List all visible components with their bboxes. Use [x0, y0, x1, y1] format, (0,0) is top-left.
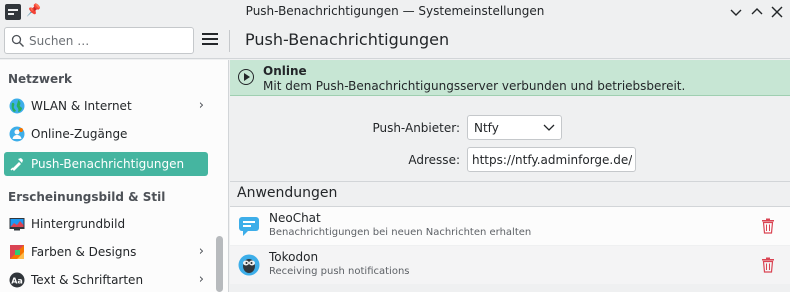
chevron-right-icon: › [198, 272, 204, 287]
sidebar-item-label: Farben & Designs [31, 245, 137, 259]
applications-header: Anwendungen [230, 181, 790, 207]
chevron-down-icon [730, 9, 742, 16]
sidebar-item-label: Hintergrundbild [31, 217, 126, 231]
app-description: Receiving push notifications [269, 266, 410, 277]
sidebar-item-label: WLAN & Internet [31, 99, 132, 113]
search-input[interactable] [29, 32, 189, 50]
sidebar-item-colors[interactable]: Farben & Designs › [4, 240, 208, 264]
sidebar-item-fonts[interactable]: Aa Text & Schriftarten › [4, 268, 208, 292]
globe-icon [9, 98, 25, 114]
provider-select[interactable]: Ntfy [467, 115, 562, 140]
status-banner: Online Mit dem Push-Benachrichtigungsser… [230, 60, 790, 96]
applications-header-label: Anwendungen [237, 185, 338, 201]
sidebar-section-header: Erscheinungsbild & Stil [8, 190, 166, 204]
svg-text:Aa: Aa [11, 277, 23, 286]
chevron-right-icon: › [198, 244, 204, 259]
page-title: Push-Benachrichtigungen [245, 30, 450, 49]
chevron-up-icon [751, 8, 763, 15]
sidebar: Netzwerk WLAN & Internet › Online-Zugäng… [0, 60, 229, 292]
neochat-icon [239, 217, 259, 236]
chevron-right-icon: › [198, 98, 204, 113]
sidebar-item-label: Push-Benachrichtigungen [31, 157, 185, 171]
app-name: Tokodon [269, 250, 319, 264]
app-row-tokodon[interactable]: Tokodon Receiving push notifications [230, 246, 790, 284]
search-box[interactable] [4, 27, 194, 54]
chevron-down-icon [543, 124, 555, 131]
toolbar-divider [229, 30, 230, 52]
sidebar-item-wallpaper[interactable]: Hintergrundbild [4, 212, 208, 236]
sidebar-item-label: Text & Schriftarten [31, 273, 144, 287]
title-bar: 📌 Push-Benachrichtigungen — Systemeinste… [0, 0, 790, 24]
hamburger-menu-icon[interactable] [202, 33, 218, 47]
content-area: Online Mit dem Push-Benachrichtigungsser… [230, 60, 790, 292]
sidebar-scrollbar[interactable] [216, 236, 223, 292]
play-circle-icon [238, 69, 254, 85]
sidebar-item-label: Online-Zugänge [31, 127, 128, 141]
search-icon [11, 34, 24, 47]
status-title: Online [263, 64, 307, 78]
sidebar-item-online-accounts[interactable]: Online-Zugänge [4, 122, 208, 146]
address-input[interactable] [472, 152, 632, 168]
app-description: Benachrichtigungen bei neuen Nachrichten… [269, 227, 532, 238]
palette-icon [10, 245, 24, 259]
provider-select-value: Ntfy [474, 121, 499, 135]
minimize-button[interactable] [727, 3, 745, 21]
window-title: Push-Benachrichtigungen — Systemeinstell… [245, 4, 545, 18]
maximize-button[interactable] [748, 3, 766, 21]
online-accounts-icon [9, 126, 25, 142]
close-icon [771, 6, 783, 18]
app-name: NeoChat [269, 211, 321, 225]
address-label: Adresse: [408, 153, 460, 167]
tokodon-icon [238, 254, 260, 276]
trash-icon[interactable] [761, 257, 775, 273]
close-button[interactable] [768, 3, 786, 21]
toolbar: Push-Benachrichtigungen [0, 24, 790, 59]
sidebar-section-header: Netzwerk [8, 72, 73, 86]
fonts-icon: Aa [9, 272, 25, 288]
sidebar-item-wlan[interactable]: WLAN & Internet › [4, 94, 208, 118]
status-message: Mit dem Push-Benachrichtigungsserver ver… [263, 79, 686, 93]
push-notifications-icon [10, 158, 23, 171]
provider-label: Push-Anbieter: [372, 121, 460, 135]
address-field[interactable] [467, 147, 636, 172]
trash-icon[interactable] [761, 218, 775, 234]
sidebar-item-push-notifications[interactable]: Push-Benachrichtigungen [4, 152, 208, 176]
app-row-neochat[interactable]: NeoChat Benachrichtigungen bei neuen Nac… [230, 207, 790, 245]
wallpaper-icon [9, 218, 25, 231]
